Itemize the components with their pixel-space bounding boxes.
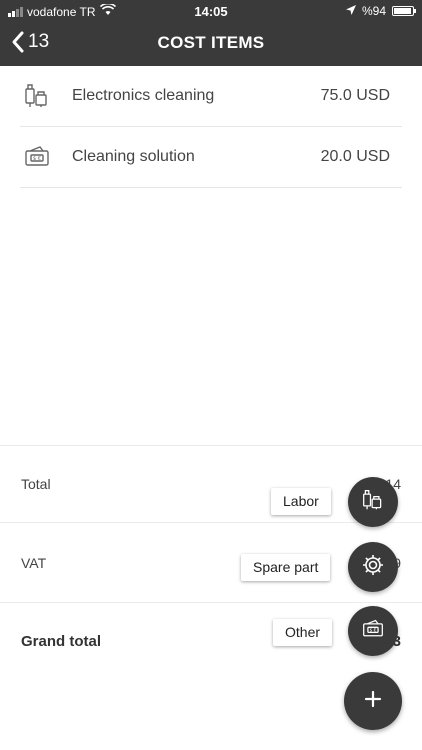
item-amount: 75.0 USD [320, 87, 390, 104]
electronics-cleaning-icon [362, 489, 384, 516]
item-amount: 20.0 USD [320, 148, 390, 165]
svg-text:$ €: $ € [33, 156, 41, 162]
list-item[interactable]: $ € Cleaning solution 20.0 USD [20, 127, 402, 188]
item-name: Electronics cleaning [72, 87, 215, 104]
plus-icon [363, 689, 383, 714]
fab-other-label[interactable]: Other [273, 619, 333, 646]
divider [0, 602, 422, 603]
item-name: Cleaning solution [72, 148, 195, 165]
add-cost-item-button[interactable] [344, 672, 402, 730]
app-header: vodafone TR 14:05 %94 13 COST ITEMS [0, 0, 422, 66]
money-wallet-icon: $ € [22, 142, 52, 172]
svg-text:$ €: $ € [370, 627, 377, 632]
fab-spare-part-button[interactable] [348, 542, 398, 592]
status-bar: vodafone TR 14:05 %94 [0, 0, 422, 22]
location-arrow-icon [345, 4, 356, 18]
fab-labor-label[interactable]: Labor [271, 488, 331, 515]
money-wallet-icon: $ € [362, 618, 384, 645]
grand-total-label: Grand total [21, 633, 102, 650]
battery-percent: %94 [361, 4, 386, 18]
fab-labor-button[interactable] [348, 477, 398, 527]
fab-spare-part-label[interactable]: Spare part [241, 554, 331, 581]
fab-other-button[interactable]: $ € [348, 606, 398, 656]
battery-icon [392, 6, 416, 16]
gear-icon [361, 553, 385, 582]
list-item[interactable]: Electronics cleaning 75.0 USD [20, 66, 402, 127]
vat-label: VAT [21, 555, 47, 571]
divider [0, 445, 422, 446]
electronics-cleaning-icon [22, 81, 52, 111]
page-title: COST ITEMS [157, 33, 265, 52]
total-label: Total [21, 476, 51, 492]
navigation-bar: 13 COST ITEMS [0, 22, 422, 66]
